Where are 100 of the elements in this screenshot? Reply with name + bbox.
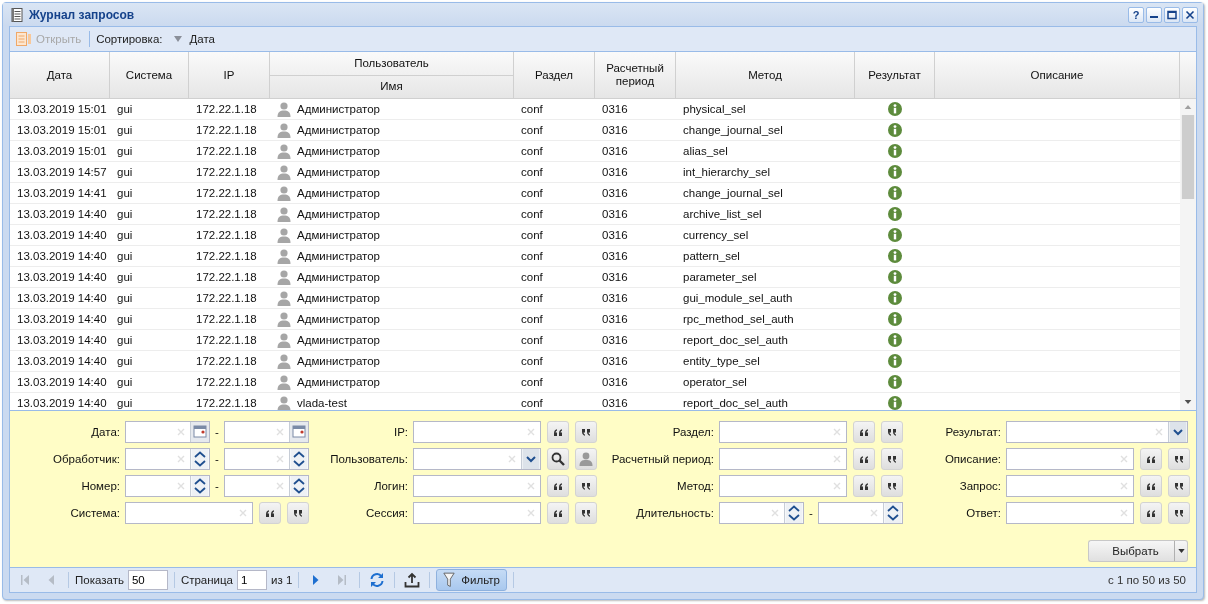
ends-with-button[interactable] bbox=[575, 421, 597, 443]
user-button[interactable] bbox=[575, 448, 597, 470]
page-size-field[interactable]: 50 bbox=[127, 570, 168, 590]
number-field[interactable] bbox=[224, 448, 309, 470]
starts-with-button[interactable] bbox=[1140, 502, 1162, 524]
help-button[interactable]: ? bbox=[1128, 6, 1144, 23]
maximize-button[interactable] bbox=[1164, 6, 1180, 23]
ends-with-button[interactable] bbox=[881, 421, 903, 443]
person-icon bbox=[277, 206, 291, 222]
starts-with-button[interactable] bbox=[1140, 448, 1162, 470]
search-button[interactable] bbox=[547, 448, 569, 470]
table-cell-text: gui bbox=[116, 291, 134, 306]
text-field[interactable] bbox=[413, 502, 541, 524]
dropdown-arrow-icon[interactable] bbox=[521, 449, 540, 469]
person-icon bbox=[277, 332, 291, 348]
column-header[interactable]: Результат bbox=[855, 52, 935, 98]
table-cell: Администратор bbox=[297, 187, 380, 199]
select-menu-button[interactable] bbox=[1174, 540, 1188, 562]
dropdown-arrow-icon[interactable] bbox=[1168, 422, 1187, 442]
select-button[interactable]: Выбрать bbox=[1088, 540, 1174, 562]
number-field[interactable] bbox=[719, 502, 804, 524]
table-cell-text: archive_list_sel bbox=[682, 207, 763, 222]
spinner-icon[interactable] bbox=[190, 476, 209, 496]
starts-with-button[interactable] bbox=[547, 475, 569, 497]
text-field[interactable] bbox=[413, 421, 541, 443]
number-field[interactable] bbox=[224, 475, 309, 497]
spinner-icon[interactable] bbox=[784, 503, 803, 523]
combo-field[interactable] bbox=[413, 448, 541, 470]
text-field[interactable] bbox=[719, 448, 847, 470]
filter-toggle-button[interactable]: Фильтр bbox=[436, 569, 507, 591]
starts-with-button[interactable] bbox=[853, 475, 875, 497]
text-field[interactable] bbox=[1006, 448, 1134, 470]
filter-label: Ответ: bbox=[965, 507, 1001, 519]
ends-with-button[interactable] bbox=[1168, 502, 1190, 524]
table-cell-text: 172.22.1.18 bbox=[195, 123, 258, 138]
ends-with-button[interactable] bbox=[881, 475, 903, 497]
calendar-icon[interactable] bbox=[289, 422, 308, 442]
starts-with-button[interactable] bbox=[547, 502, 569, 524]
text-field[interactable] bbox=[125, 502, 253, 524]
page-number-field[interactable]: 1 bbox=[237, 570, 267, 590]
number-field[interactable] bbox=[125, 448, 210, 470]
document-icon bbox=[16, 32, 32, 46]
column-header[interactable]: Раздел bbox=[514, 52, 595, 98]
calendar-icon[interactable] bbox=[190, 422, 209, 442]
text-field[interactable] bbox=[719, 421, 847, 443]
table-cell-text: 172.22.1.18 bbox=[195, 333, 258, 348]
ends-with-button[interactable] bbox=[881, 448, 903, 470]
spinner-icon[interactable] bbox=[289, 449, 308, 469]
ends-with-button[interactable] bbox=[287, 502, 309, 524]
sort-field-button[interactable]: Дата bbox=[168, 33, 219, 45]
text-field[interactable] bbox=[1006, 475, 1134, 497]
ends-with-button[interactable] bbox=[1168, 448, 1190, 470]
minimize-button[interactable] bbox=[1146, 6, 1162, 23]
table-cell-text: 0316 bbox=[601, 333, 629, 348]
column-header[interactable]: Имя bbox=[270, 75, 514, 98]
info-icon bbox=[888, 207, 902, 221]
table-cell: Администратор bbox=[297, 229, 380, 241]
funnel-icon bbox=[443, 572, 456, 588]
filter-label: Расчетный период: bbox=[610, 453, 714, 465]
spinner-icon[interactable] bbox=[289, 476, 308, 496]
text-field[interactable] bbox=[719, 475, 847, 497]
table-cell-text: 0316 bbox=[601, 186, 629, 201]
ends-with-button[interactable] bbox=[575, 502, 597, 524]
combo-field[interactable] bbox=[1006, 421, 1188, 443]
column-header[interactable]: Метод bbox=[676, 52, 855, 98]
table-cell-text: gui bbox=[116, 333, 134, 348]
starts-with-button[interactable] bbox=[853, 421, 875, 443]
date-field[interactable] bbox=[125, 421, 210, 443]
starts-with-button[interactable] bbox=[1140, 475, 1162, 497]
table-cell-text: physical_sel bbox=[682, 102, 747, 117]
starts-with-button[interactable] bbox=[259, 502, 281, 524]
date-field[interactable] bbox=[224, 421, 309, 443]
text-field[interactable] bbox=[413, 475, 541, 497]
table-cell-text: 13.03.2019 14:40 bbox=[16, 396, 108, 410]
number-field[interactable] bbox=[125, 475, 210, 497]
first-page-icon bbox=[18, 573, 32, 587]
column-header[interactable]: Система bbox=[110, 52, 189, 98]
starts-with-button[interactable] bbox=[547, 421, 569, 443]
close-icon bbox=[1185, 9, 1195, 20]
column-header[interactable]: Описание bbox=[935, 52, 1180, 98]
text-field[interactable] bbox=[1006, 502, 1134, 524]
table-cell-text: gui bbox=[116, 144, 134, 159]
scrollbar[interactable] bbox=[1180, 99, 1196, 410]
spinner-icon[interactable] bbox=[883, 503, 902, 523]
column-header[interactable]: IP bbox=[189, 52, 270, 98]
person-icon bbox=[277, 101, 291, 117]
spinner-icon[interactable] bbox=[190, 449, 209, 469]
column-header[interactable]: Расчетный период bbox=[595, 52, 676, 98]
table-cell-text: 13.03.2019 14:57 bbox=[16, 165, 108, 180]
starts-with-button[interactable] bbox=[853, 448, 875, 470]
close-quote-icon bbox=[1174, 509, 1184, 517]
close-button[interactable] bbox=[1182, 6, 1198, 23]
ends-with-button[interactable] bbox=[1168, 475, 1190, 497]
column-header[interactable]: Дата bbox=[10, 52, 110, 98]
person-icon bbox=[277, 143, 291, 159]
info-icon bbox=[888, 144, 902, 158]
ends-with-button[interactable] bbox=[575, 475, 597, 497]
table-cell-text: 0316 bbox=[601, 291, 629, 306]
person-icon bbox=[277, 395, 291, 410]
number-field[interactable] bbox=[818, 502, 903, 524]
